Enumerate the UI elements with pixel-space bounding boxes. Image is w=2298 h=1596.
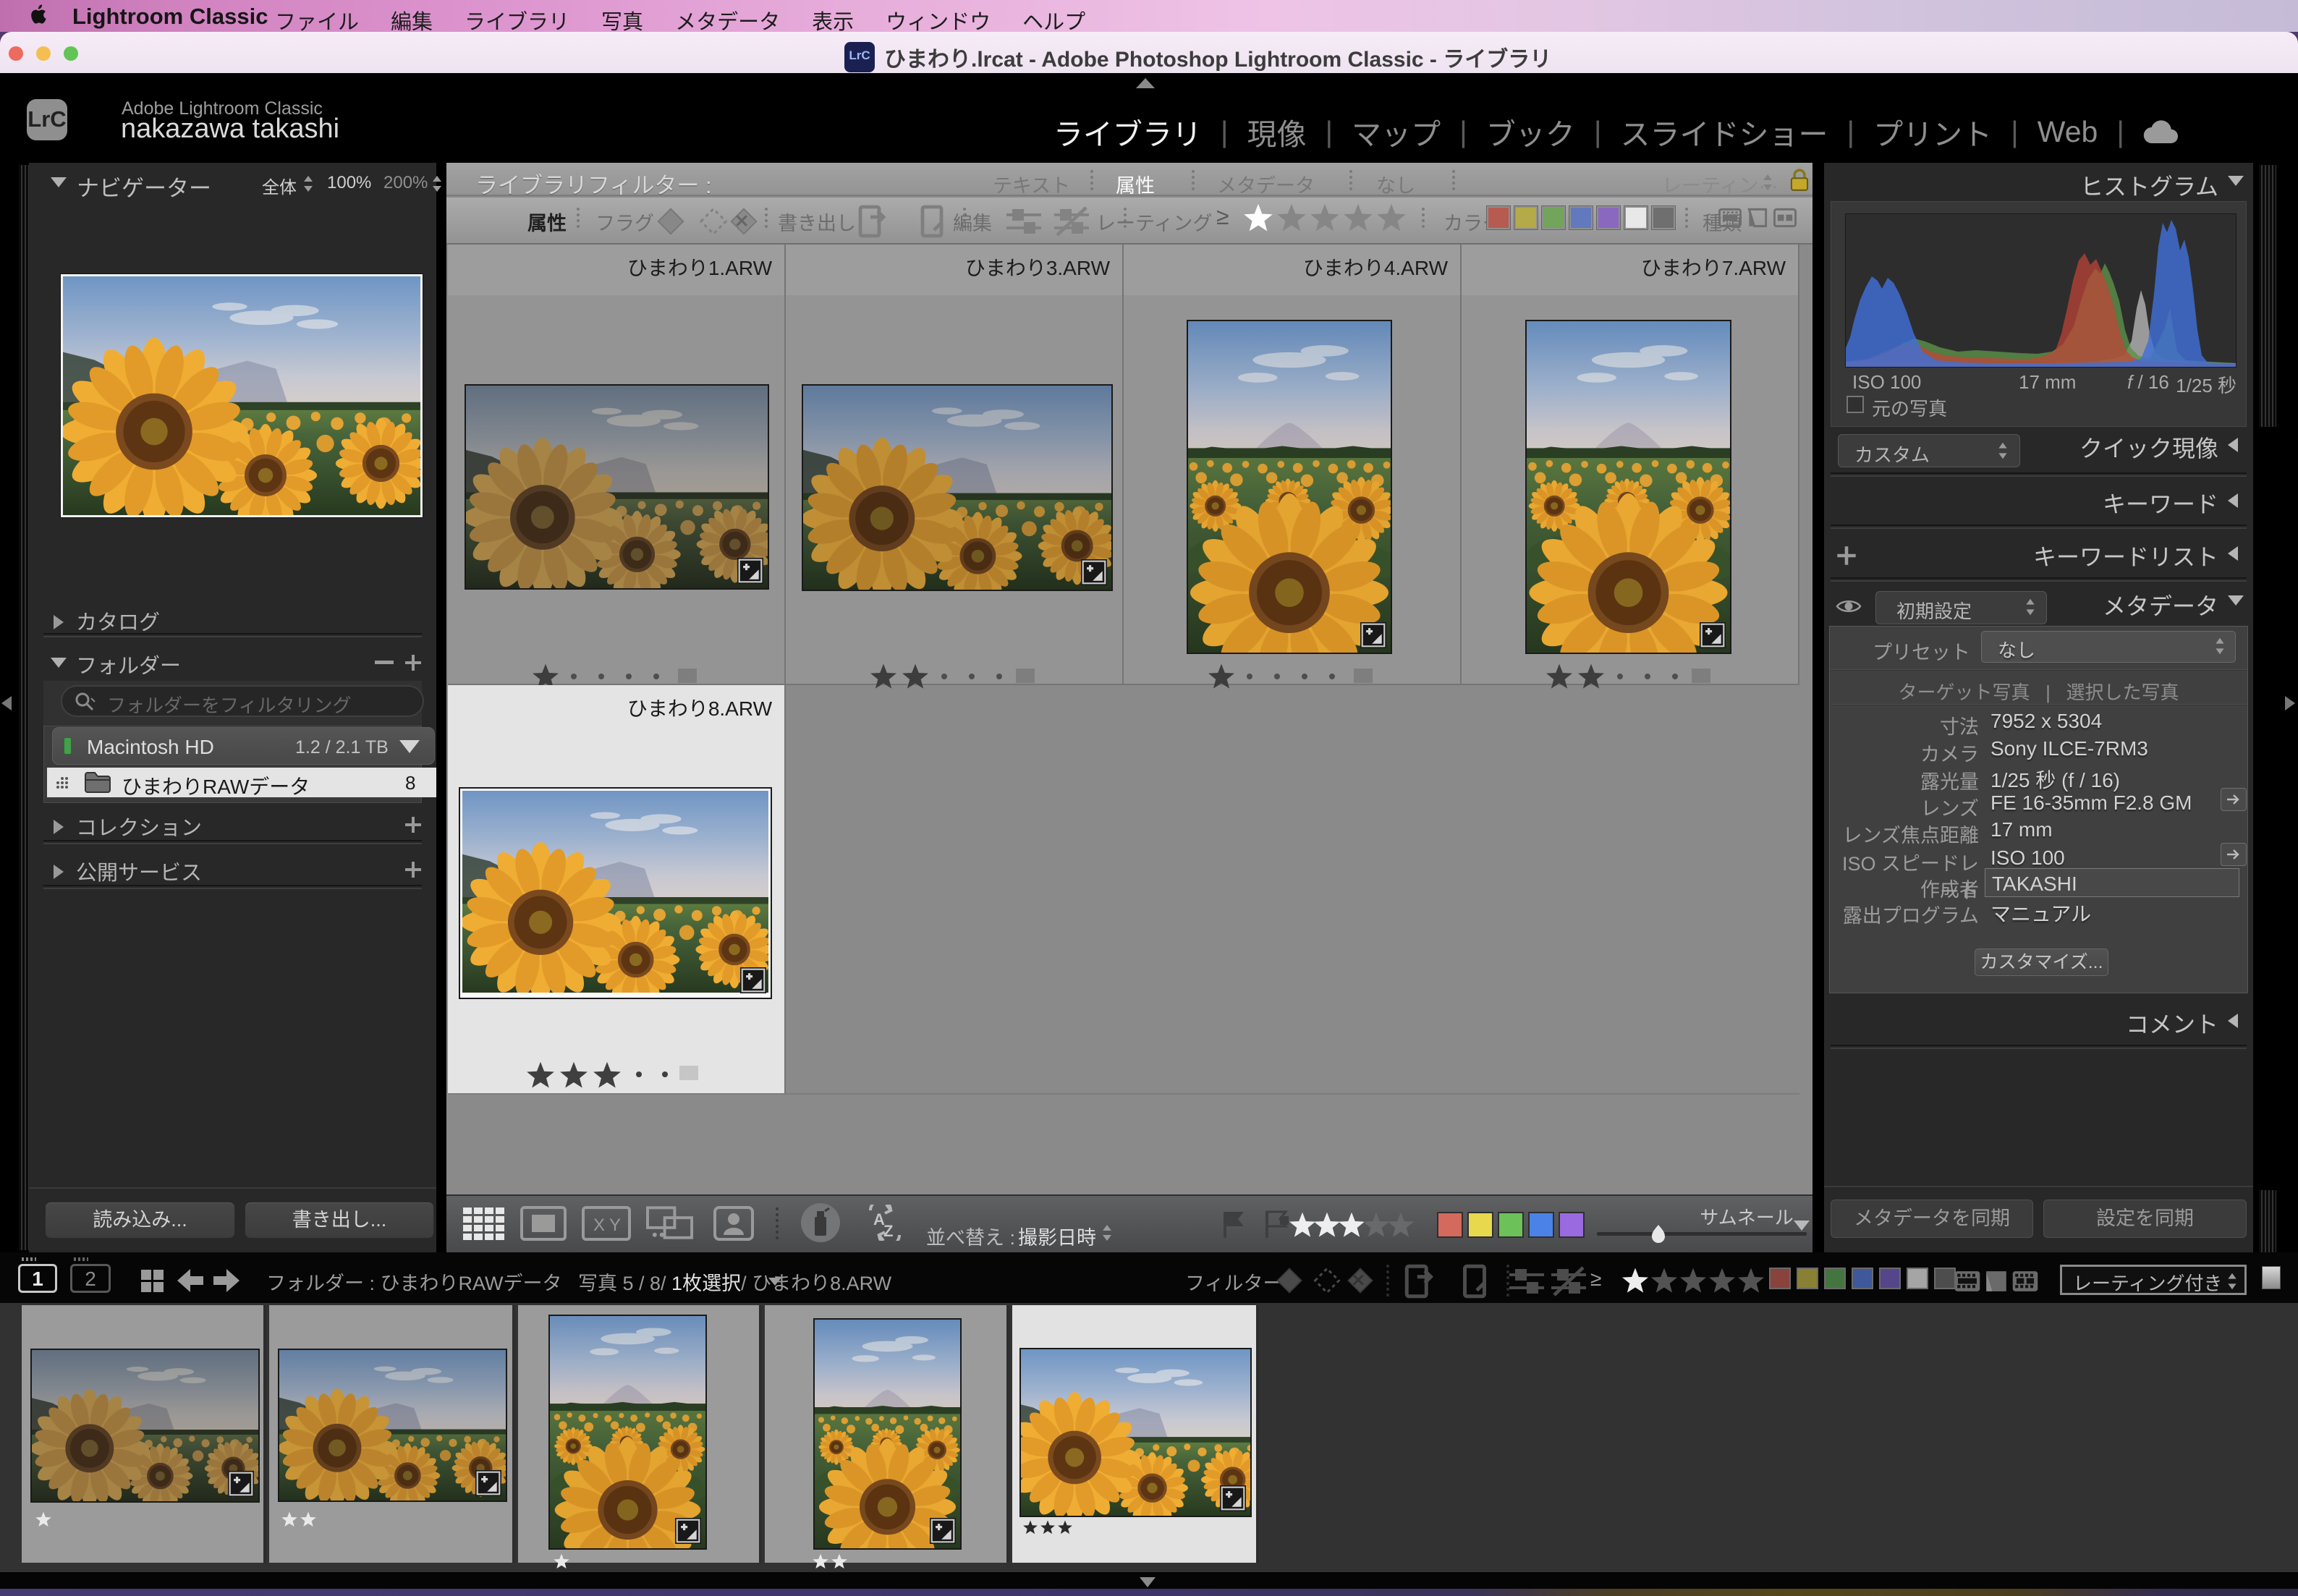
- svg-text:Z: Z: [883, 1222, 893, 1240]
- svg-text:X: X: [593, 1215, 605, 1235]
- svg-text:Y: Y: [609, 1215, 621, 1235]
